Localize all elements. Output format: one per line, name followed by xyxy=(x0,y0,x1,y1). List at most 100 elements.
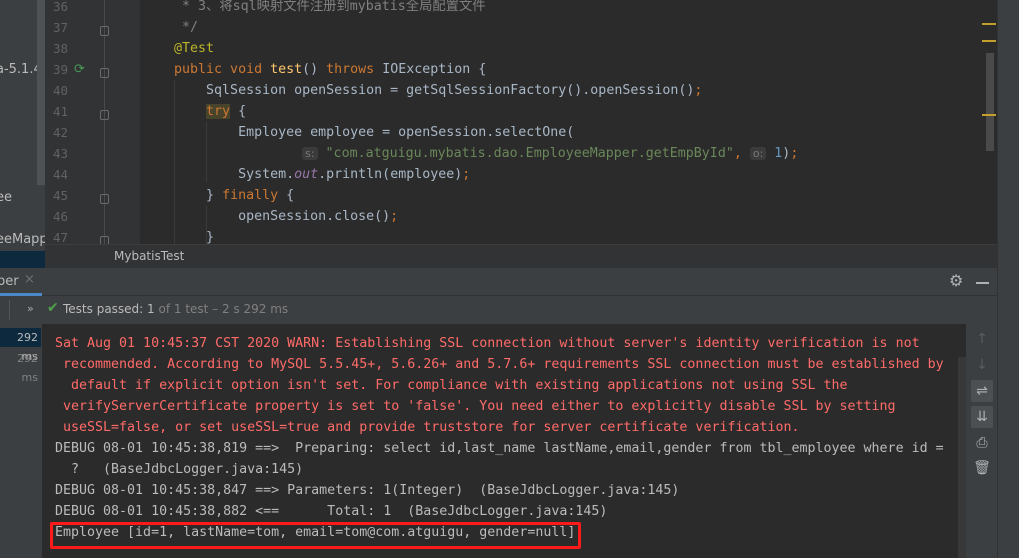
arrow-up-icon[interactable]: ↑ xyxy=(971,328,993,350)
console-line: DEBUG 08-01 10:45:38,819 ==> Preparing: … xyxy=(55,441,944,456)
console-line: default if explicit option isn't set. Fo… xyxy=(55,378,848,393)
right-tool-strip xyxy=(997,0,1019,558)
code-token: try xyxy=(206,104,231,119)
code-token: Employee employee = openSession.selectOn… xyxy=(142,125,575,140)
warning-marker[interactable] xyxy=(982,23,996,25)
code-token: public void xyxy=(142,62,271,77)
console-line: ? (BaseJdbcLogger.java:145) xyxy=(55,462,304,477)
code-line[interactable]: */ xyxy=(142,17,198,38)
run-tab[interactable]: per xyxy=(0,268,42,296)
breadcrumb: MybatisTest xyxy=(45,244,997,268)
soft-wrap-icon[interactable]: ⇌ xyxy=(971,380,993,402)
warning-marker[interactable] xyxy=(982,40,996,42)
run-tab-label: per xyxy=(0,274,19,289)
code-line[interactable]: s: "com.atguigu.mybatis.dao.EmployeeMapp… xyxy=(142,143,798,164)
line-number: 42 xyxy=(53,125,69,140)
console-line: DEBUG 08-01 10:45:38,882 <== Total: 1 (B… xyxy=(55,504,608,519)
trash-icon[interactable]: 🗑 xyxy=(971,457,993,479)
console-line: Sat Aug 01 10:45:37 CST 2020 WARN: Estab… xyxy=(55,336,920,351)
line-number: 44 xyxy=(53,167,69,182)
code-token: */ xyxy=(142,20,199,35)
status-count: 1 xyxy=(147,302,155,316)
code-line[interactable]: openSession.close(); xyxy=(142,206,398,227)
code-token: finally xyxy=(222,188,279,203)
warning-marker[interactable] xyxy=(982,114,996,116)
fold-icon[interactable] xyxy=(100,26,109,36)
code-token: System. xyxy=(142,167,295,182)
fold-icon[interactable] xyxy=(100,110,109,120)
minimize-icon[interactable] xyxy=(976,282,989,284)
line-number: 38 xyxy=(53,41,69,56)
console-line: DEBUG 08-01 10:45:38,847 ==> Parameters:… xyxy=(55,483,680,498)
status-prefix: Tests passed: xyxy=(63,302,148,316)
code-token: @Test xyxy=(142,41,215,56)
divider xyxy=(9,300,10,320)
status-detail: of 1 test – 2 s 292 ms xyxy=(154,302,289,316)
highlight-box xyxy=(50,522,581,549)
fold-icon[interactable] xyxy=(100,68,109,78)
chevron-right-icon[interactable]: » xyxy=(27,302,34,315)
test-tree: 292 ms 292 ms xyxy=(0,324,41,558)
code-token: IOException { xyxy=(382,62,487,77)
code-line[interactable]: Employee employee = openSession.selectOn… xyxy=(142,122,574,143)
editor-gutter xyxy=(45,0,140,244)
code-token: () xyxy=(302,62,327,77)
code-token: 1 xyxy=(766,146,783,161)
code-line[interactable]: SqlSession openSession = getSqlSessionFa… xyxy=(142,80,702,101)
code-token: test xyxy=(270,62,303,77)
line-number: 43 xyxy=(53,146,69,161)
line-number: 39 xyxy=(53,62,69,77)
code-token: } xyxy=(142,188,223,203)
check-icon: ✔ xyxy=(47,300,59,316)
code-token: out xyxy=(294,167,319,182)
console-line: recommended. According to MySQL 5.5.45+,… xyxy=(55,357,944,372)
project-item[interactable]: eeMappe xyxy=(0,232,45,247)
code-token: , xyxy=(733,146,750,161)
print-icon[interactable]: ⎙ xyxy=(971,432,993,454)
code-token: } xyxy=(142,230,215,245)
project-selected-row[interactable] xyxy=(0,251,45,268)
gear-icon[interactable]: ⚙ xyxy=(949,271,963,290)
editor-scrollbar[interactable] xyxy=(986,53,994,151)
line-number: 36 xyxy=(53,0,69,14)
fold-icon[interactable] xyxy=(100,194,109,204)
project-scrollbar[interactable] xyxy=(37,0,45,185)
code-token: ; xyxy=(790,146,799,161)
code-line[interactable]: try { xyxy=(142,101,246,122)
breadcrumb-item[interactable]: MybatisTest xyxy=(114,249,184,263)
tool-window-header xyxy=(0,268,997,296)
fold-guide xyxy=(104,0,105,244)
parameter-hint: s: xyxy=(302,147,318,160)
code-line[interactable]: } finally { xyxy=(142,185,294,206)
console-scrollbar[interactable] xyxy=(958,357,966,558)
code-token: ; xyxy=(462,167,471,182)
code-token: .println(employee) xyxy=(318,167,463,182)
console-line: useSSL=false, or set useSSL=true and pro… xyxy=(55,420,800,435)
parameter-hint: o: xyxy=(749,147,767,160)
arrow-down-icon[interactable]: ↓ xyxy=(971,354,993,376)
code-token: * 3、将sql映射文件注册到mybatis全局配置文件 xyxy=(142,0,486,14)
code-token: throws xyxy=(326,62,383,77)
code-line[interactable]: public void test() throws IOException { xyxy=(142,59,486,80)
code-line[interactable]: * 3、将sql映射文件注册到mybatis全局配置文件 xyxy=(142,0,486,17)
code-token: { xyxy=(278,188,295,203)
code-token: { xyxy=(230,104,247,119)
code-line[interactable]: System.out.println(employee); xyxy=(142,164,470,185)
code-token: ; xyxy=(390,209,399,224)
line-number: 40 xyxy=(53,83,69,98)
run-test-icon[interactable]: ⟳ xyxy=(74,62,85,77)
code-token: SqlSession openSession = getSqlSessionFa… xyxy=(142,83,695,98)
close-icon[interactable]: × xyxy=(24,272,35,287)
project-item[interactable]: ee xyxy=(0,190,12,205)
test-tree-item[interactable]: 292 ms xyxy=(0,328,41,363)
code-line[interactable]: @Test xyxy=(142,38,214,59)
code-token: openSession.close() xyxy=(142,209,391,224)
scroll-to-end-icon[interactable]: ⇊ xyxy=(971,406,993,428)
line-number: 46 xyxy=(53,209,69,224)
line-number: 45 xyxy=(53,188,69,203)
code-token: ; xyxy=(694,83,703,98)
line-number: 47 xyxy=(53,230,69,245)
test-tree-item[interactable]: 292 ms xyxy=(0,349,41,387)
